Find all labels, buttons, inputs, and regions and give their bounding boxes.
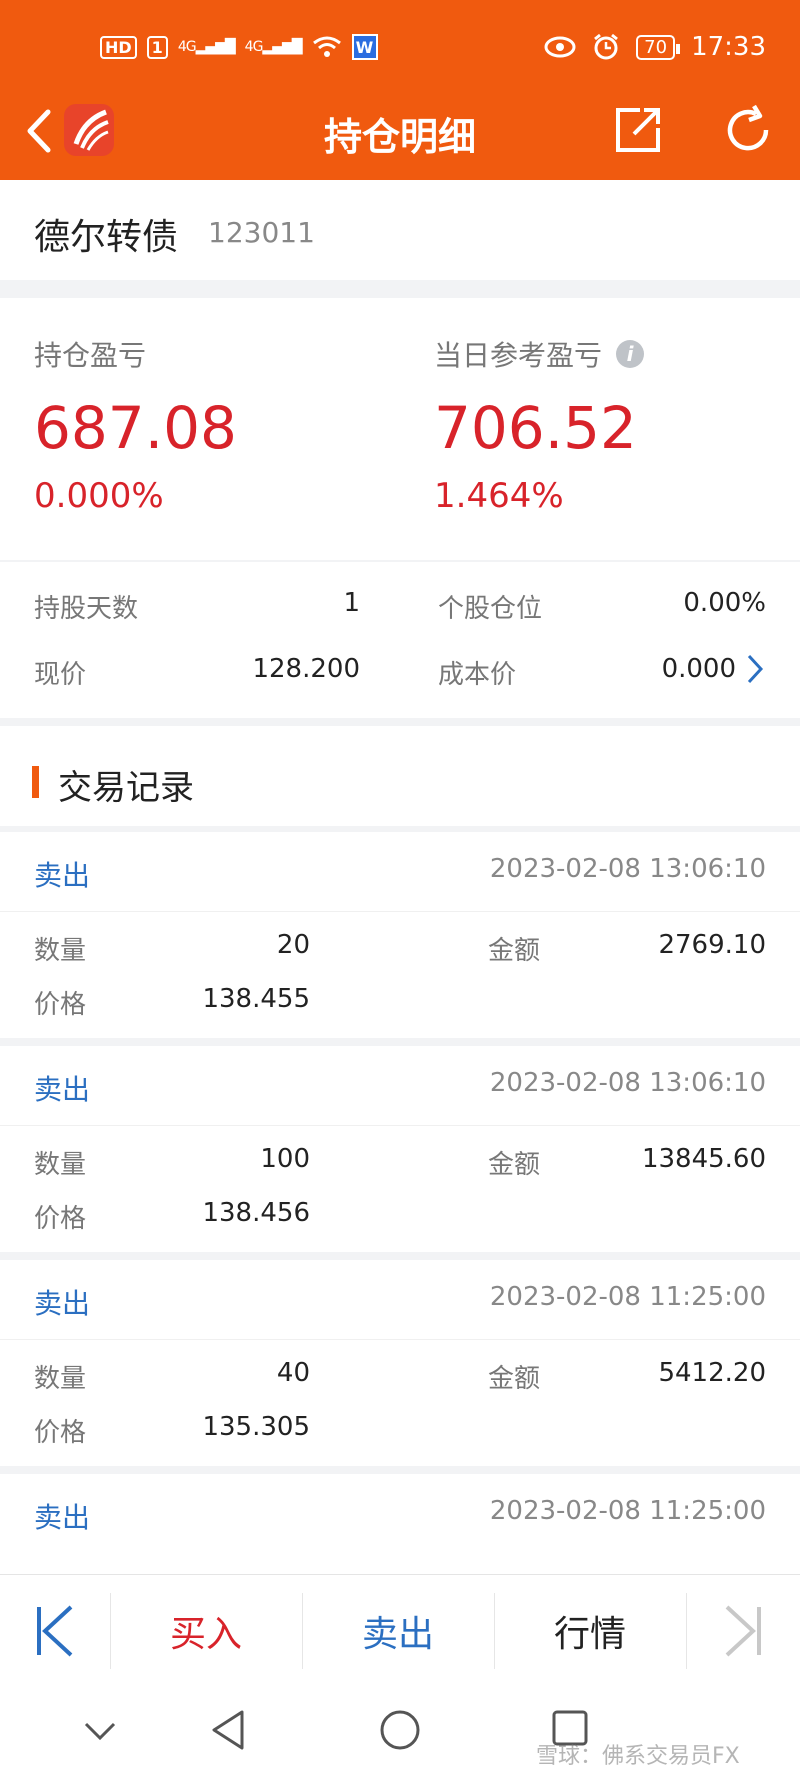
trade-record[interactable]: 卖出 2023-02-08 11:25:00 (0, 1474, 800, 1574)
price-label: 价格 (34, 1204, 87, 1234)
sim-badge: 1 (146, 35, 168, 59)
trade-type: 卖出 (34, 1287, 91, 1320)
cost-price-label: 成本价 (438, 660, 517, 690)
battery-icon: 70 (636, 34, 680, 60)
quote-button[interactable]: 行情 (494, 1575, 686, 1687)
trade-time: 2023-02-08 13:06:10 (489, 1068, 766, 1098)
trade-record[interactable]: 卖出 2023-02-08 13:06:10 数量 20 金额 2769.10 … (0, 832, 800, 1038)
trade-time: 2023-02-08 13:06:10 (489, 854, 766, 884)
clock: 17:33 (691, 32, 766, 62)
qty-label: 数量 (34, 1150, 87, 1180)
price-value: 138.455 (202, 984, 310, 1014)
watermark: 雪球：佛系交易员FX (536, 1744, 740, 1769)
position-ratio: 个股仓位 0.00% (438, 588, 766, 624)
position-ratio-value: 0.00% (683, 588, 766, 618)
daily-pnl-label: 当日参考盈亏 (434, 339, 603, 372)
amount-label: 金额 (488, 1150, 541, 1180)
amount-value: 2769.10 (658, 930, 766, 960)
daily-pnl-pct: 1.464% (434, 476, 564, 516)
hd-badge: HD (100, 35, 137, 59)
price-label: 价格 (34, 990, 87, 1020)
position-pnl-value: 687.08 (34, 394, 237, 462)
current-price: 现价 128.200 (34, 654, 360, 690)
skip-next-icon (725, 1605, 761, 1657)
qty-value: 20 (276, 930, 310, 960)
price-value: 135.305 (202, 1412, 310, 1442)
price-value: 138.456 (202, 1198, 310, 1228)
price-label: 价格 (34, 1418, 87, 1448)
qty-label: 数量 (34, 1364, 87, 1394)
trade-record[interactable]: 卖出 2023-02-08 11:25:00 数量 40 金额 5412.20 … (0, 1260, 800, 1466)
share-icon[interactable] (610, 102, 666, 158)
signal-icon-2: 4G▂▄▆█ (244, 39, 303, 55)
chevron-right-icon[interactable] (744, 652, 766, 686)
sell-button[interactable]: 卖出 (302, 1575, 494, 1687)
action-bar: 买入 卖出 行情 (0, 1574, 800, 1686)
hold-days-value: 1 (343, 588, 360, 618)
amount-value: 5412.20 (658, 1358, 766, 1388)
qty-value: 100 (260, 1144, 310, 1174)
stock-header: 德尔转债 123011 (0, 180, 800, 280)
info-icon[interactable]: i (616, 340, 645, 368)
position-ratio-label: 个股仓位 (438, 594, 543, 624)
cost-price-value: 0.000 (661, 654, 736, 684)
buy-button[interactable]: 买入 (110, 1575, 302, 1687)
amount-label: 金额 (488, 1364, 541, 1394)
trade-records-title: 交易记录 (58, 768, 194, 808)
amount-label: 金额 (488, 936, 541, 966)
position-stats (0, 562, 800, 718)
nav-home-icon[interactable] (378, 1708, 422, 1752)
section-accent-bar (32, 766, 39, 798)
signal-icon-1: 4G▂▄▆█ (177, 39, 236, 55)
hold-days: 持股天数 1 (34, 588, 360, 624)
trade-record[interactable]: 卖出 2023-02-08 13:06:10 数量 100 金额 13845.6… (0, 1046, 800, 1252)
position-pnl-pct: 0.000% (34, 476, 164, 516)
page-title: 持仓明细 (323, 115, 476, 159)
stock-name: 德尔转债 (34, 217, 179, 258)
status-bar: HD 1 4G▂▄▆█ 4G▂▄▆█ W 70 17:33 (0, 28, 800, 70)
cost-price[interactable]: 成本价 0.000 (438, 654, 736, 690)
hide-keyboard-icon[interactable] (82, 1720, 118, 1744)
daily-pnl: 当日参考盈亏 i 706.52 1.464% (434, 334, 645, 516)
trade-records-header: 交易记录 (0, 726, 800, 826)
position-pnl: 持仓盈亏 687.08 0.000% (34, 334, 237, 516)
current-price-value: 128.200 (252, 654, 360, 684)
refresh-icon[interactable] (720, 102, 776, 158)
qty-label: 数量 (34, 936, 87, 966)
alarm-icon (594, 33, 619, 60)
amount-value: 13845.60 (641, 1144, 766, 1174)
app-notification-icon: W (351, 34, 378, 60)
skip-previous-icon (37, 1605, 73, 1657)
nav-bar: 持仓明细 (0, 88, 800, 178)
current-price-label: 现价 (34, 660, 87, 690)
trade-time: 2023-02-08 11:25:00 (489, 1496, 766, 1526)
trade-type: 卖出 (34, 1073, 91, 1106)
next-stock-button[interactable] (686, 1575, 800, 1687)
trade-time: 2023-02-08 11:25:00 (489, 1282, 766, 1312)
app-header: HD 1 4G▂▄▆█ 4G▂▄▆█ W 70 17:33 持仓明细 (0, 0, 800, 180)
pnl-card: 持仓盈亏 687.08 0.000% 当日参考盈亏 i 706.52 1.464… (0, 298, 800, 560)
position-pnl-label: 持仓盈亏 (34, 339, 147, 372)
qty-value: 40 (276, 1358, 310, 1388)
daily-pnl-value: 706.52 (434, 394, 637, 462)
eye-icon (544, 36, 576, 58)
prev-stock-button[interactable] (0, 1575, 110, 1687)
nav-back-icon[interactable] (208, 1708, 248, 1752)
trade-type: 卖出 (34, 1501, 91, 1534)
wifi-icon (312, 36, 341, 57)
trade-type: 卖出 (34, 859, 91, 892)
stock-code: 123011 (208, 216, 315, 249)
hold-days-label: 持股天数 (34, 594, 139, 624)
